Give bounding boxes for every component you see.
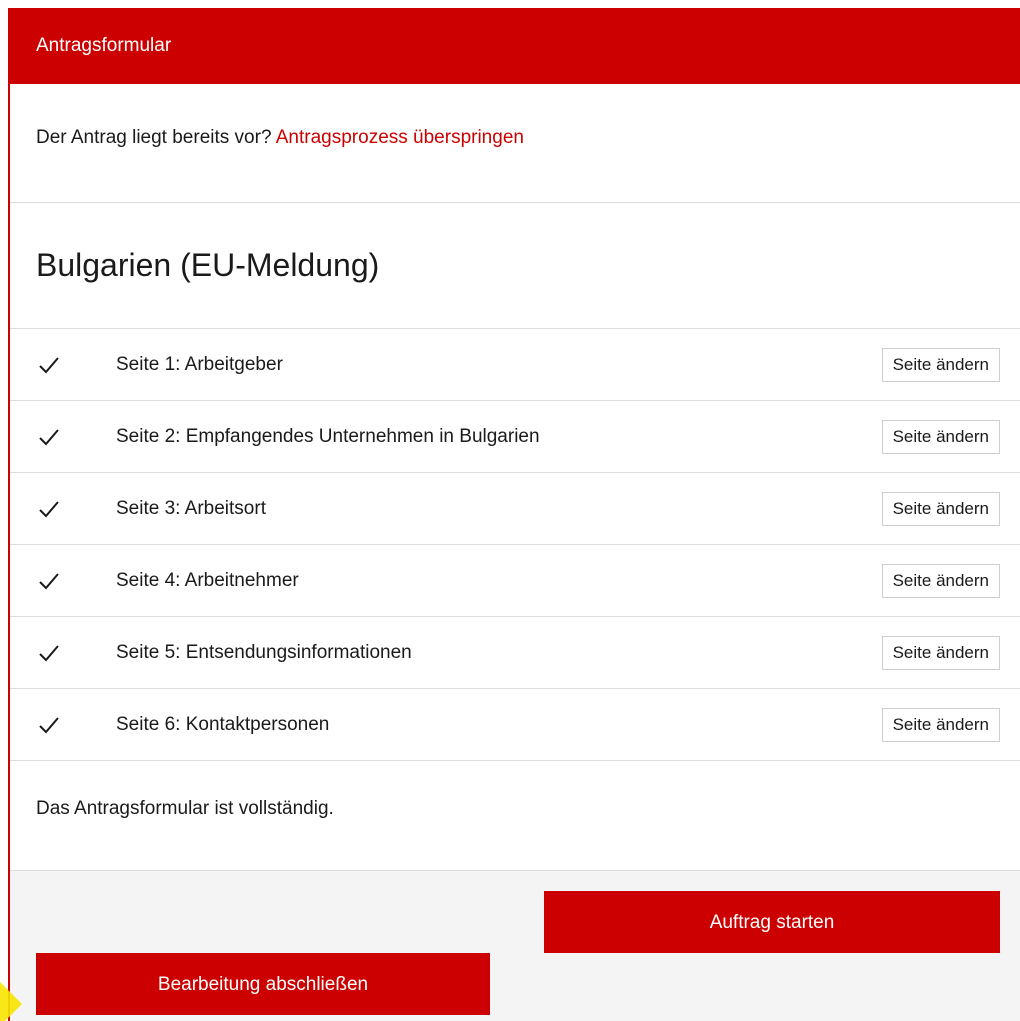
checkmark-icon xyxy=(39,429,59,446)
step-label: Seite 2: Empfangendes Unternehmen in Bul… xyxy=(116,426,540,447)
edit-page-button-5[interactable]: Seite ändern xyxy=(881,636,1000,670)
step-label: Seite 6: Kontaktpersonen xyxy=(116,714,330,735)
country-title: Bulgarien (EU-Meldung) xyxy=(36,247,380,283)
step-label: Seite 5: Entsendungsinformationen xyxy=(116,642,412,663)
completion-status-text: Das Antragsformular ist vollständig. xyxy=(36,798,334,819)
step-label: Seite 4: Arbeitnehmer xyxy=(116,570,299,591)
edit-page-button-3[interactable]: Seite ändern xyxy=(881,492,1000,526)
checkmark-icon xyxy=(39,501,59,518)
finish-editing-button[interactable]: Bearbeitung abschließen xyxy=(36,953,490,1015)
checkmark-icon xyxy=(39,717,59,734)
step-row-6: Seite 6: Kontaktpersonen Seite ändern xyxy=(10,689,1020,761)
checkmark-icon xyxy=(39,357,59,374)
page: Antragsformular Der Antrag liegt bereits… xyxy=(0,0,1020,1021)
step-label: Seite 1: Arbeitgeber xyxy=(116,354,283,375)
start-order-button[interactable]: Auftrag starten xyxy=(544,891,1000,953)
skip-process-row: Der Antrag liegt bereits vor? Antragspro… xyxy=(10,84,1020,203)
skip-process-link[interactable]: Antragsprozess überspringen xyxy=(276,127,524,148)
panel-header: Antragsformular xyxy=(10,8,1020,84)
completion-status-row: Das Antragsformular ist vollständig. xyxy=(10,761,1020,871)
step-label: Seite 3: Arbeitsort xyxy=(116,498,266,519)
step-row-5: Seite 5: Entsendungsinformationen Seite … xyxy=(10,617,1020,689)
step-row-2: Seite 2: Empfangendes Unternehmen in Bul… xyxy=(10,401,1020,473)
country-heading-row: Bulgarien (EU-Meldung) xyxy=(10,203,1020,329)
step-row-4: Seite 4: Arbeitnehmer Seite ändern xyxy=(10,545,1020,617)
edit-page-button-6[interactable]: Seite ändern xyxy=(881,708,1000,742)
skip-prompt: Der Antrag liegt bereits vor? xyxy=(36,127,276,148)
edit-page-button-2[interactable]: Seite ändern xyxy=(881,420,1000,454)
application-form-panel: Antragsformular Der Antrag liegt bereits… xyxy=(8,8,1020,1021)
step-row-1: Seite 1: Arbeitgeber Seite ändern xyxy=(10,329,1020,401)
step-row-3: Seite 3: Arbeitsort Seite ändern xyxy=(10,473,1020,545)
step-list: Seite 1: Arbeitgeber Seite ändern Seite … xyxy=(10,329,1020,761)
checkmark-icon xyxy=(39,573,59,590)
action-footer: Auftrag starten Bearbeitung abschließen xyxy=(10,871,1020,1021)
edit-page-button-4[interactable]: Seite ändern xyxy=(881,564,1000,598)
cursor-highlight-icon xyxy=(0,982,22,1021)
panel-title: Antragsformular xyxy=(36,35,172,56)
edit-page-button-1[interactable]: Seite ändern xyxy=(881,348,1000,382)
checkmark-icon xyxy=(39,645,59,662)
